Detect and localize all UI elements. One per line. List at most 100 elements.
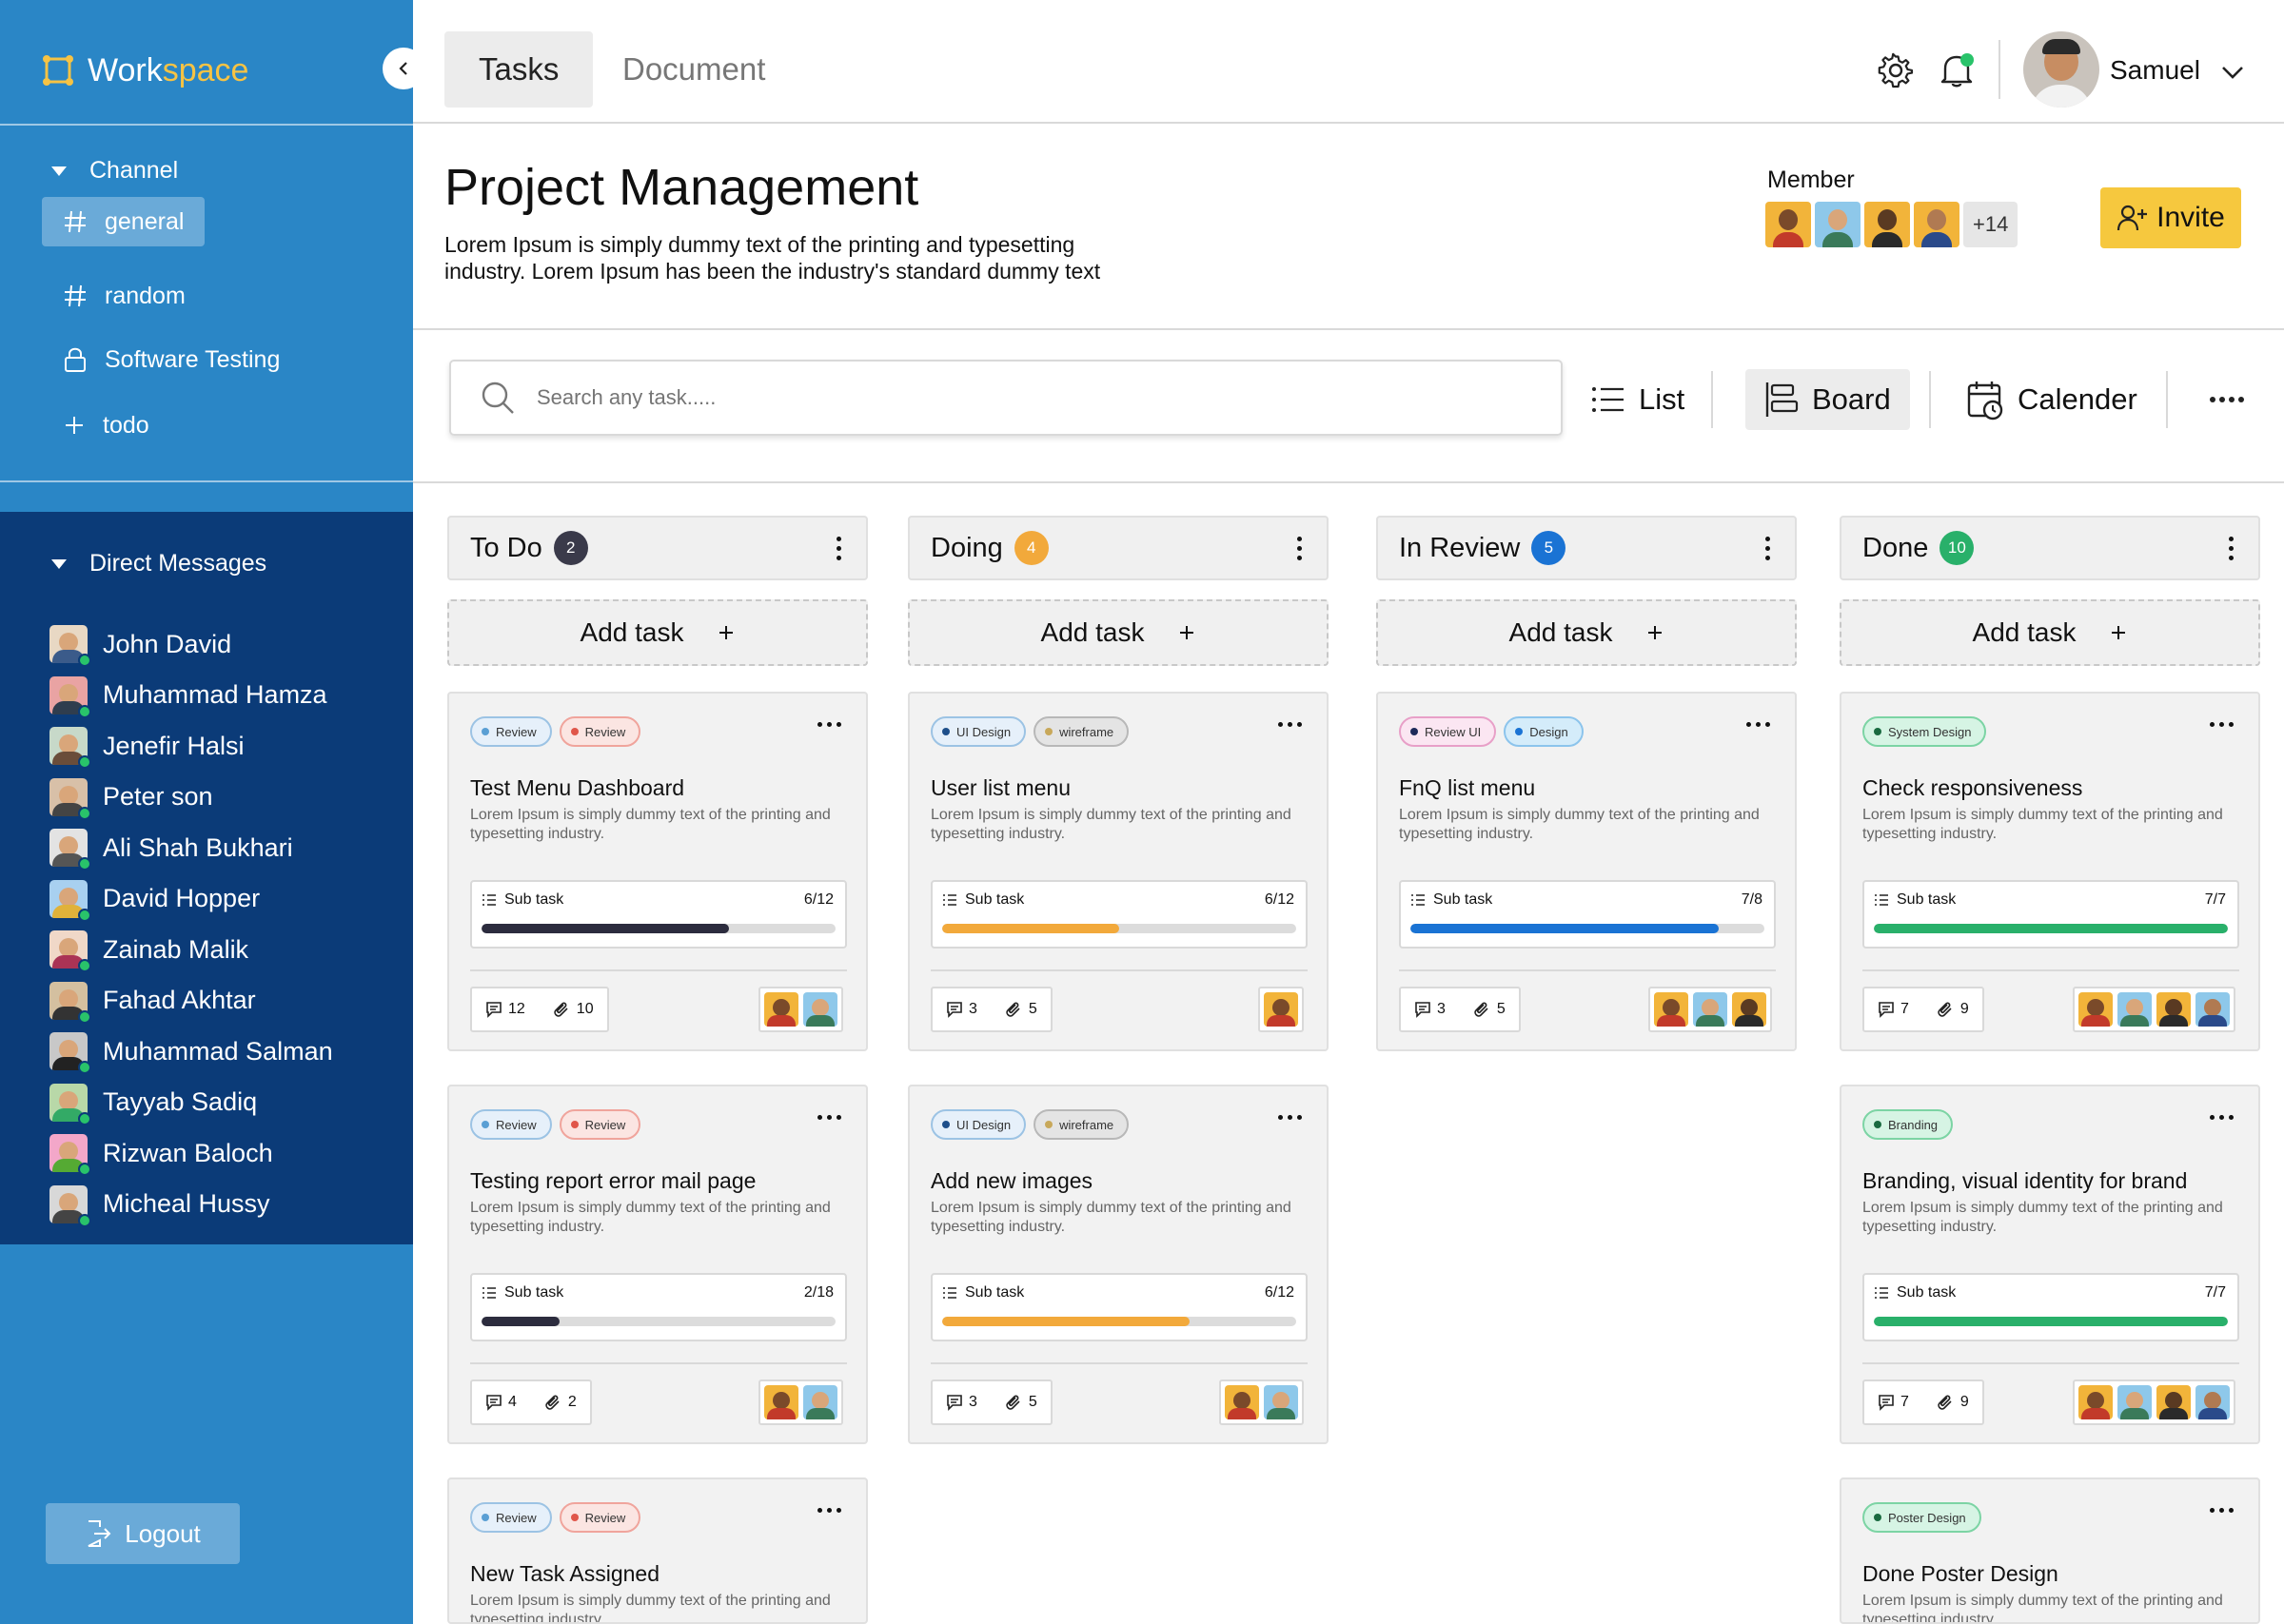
subtask-progress[interactable]: Sub task 7/7 <box>1862 1273 2239 1341</box>
card-menu-icon[interactable] <box>817 1508 841 1513</box>
card-menu-icon[interactable] <box>2210 1508 2234 1513</box>
card-menu-icon[interactable] <box>1278 1115 1302 1120</box>
collapse-sidebar-button[interactable] <box>383 48 424 89</box>
dm-user[interactable]: Fahad Akhtar <box>49 981 256 1024</box>
dm-user[interactable]: Zainab Malik <box>49 929 248 972</box>
task-tag[interactable]: Poster Design <box>1862 1502 1981 1533</box>
column-menu-icon[interactable] <box>2229 537 2234 560</box>
task-tag[interactable]: Branding <box>1862 1109 1954 1140</box>
task-tag[interactable]: Review <box>559 716 641 747</box>
sidebar-channel-random[interactable]: random <box>42 271 207 321</box>
task-card[interactable]: UI Design wireframe User list menu Lorem … <box>908 692 1329 1051</box>
dm-user[interactable]: Rizwan Baloch <box>49 1133 273 1176</box>
search-input[interactable] <box>537 385 1393 410</box>
task-card[interactable]: Poster Design Done Poster Design Lorem I… <box>1840 1477 2260 1624</box>
card-meta[interactable]: 7 9 <box>1862 987 1984 1032</box>
column-header[interactable]: Done 10 <box>1840 516 2260 580</box>
card-meta[interactable]: 3 5 <box>931 1379 1053 1425</box>
dm-user[interactable]: Muhammad Salman <box>49 1031 333 1074</box>
column-menu-icon[interactable] <box>1297 537 1302 560</box>
subtask-progress[interactable]: Sub task 7/7 <box>1862 880 2239 949</box>
card-menu-icon[interactable] <box>2210 722 2234 727</box>
card-meta[interactable]: 4 2 <box>470 1379 592 1425</box>
assignees[interactable] <box>758 987 843 1032</box>
notifications-button[interactable] <box>1936 49 1978 91</box>
assignees[interactable] <box>1648 987 1772 1032</box>
task-tag[interactable]: UI Design <box>931 1109 1027 1140</box>
dm-user[interactable]: Muhammad Hamza <box>49 675 327 718</box>
card-meta[interactable]: 3 5 <box>931 987 1053 1032</box>
task-tag[interactable]: Review UI <box>1399 716 1497 747</box>
tab-document[interactable]: Document <box>588 31 799 108</box>
assignees[interactable] <box>2073 987 2235 1032</box>
view-calendar-button[interactable]: Calender <box>1947 369 2156 430</box>
dm-user[interactable]: David Hopper <box>49 879 260 922</box>
task-tag[interactable]: wireframe <box>1034 1109 1130 1140</box>
assignees[interactable] <box>758 1379 843 1425</box>
task-tag[interactable]: Design <box>1504 716 1584 747</box>
view-board-button[interactable]: Board <box>1745 369 1910 430</box>
sidebar-channel-general[interactable]: general <box>42 197 206 246</box>
subtask-progress[interactable]: Sub task 6/12 <box>931 880 1308 949</box>
task-card[interactable]: Branding Branding, visual identity for b… <box>1840 1085 2260 1444</box>
add-task-button[interactable]: Add task <box>1376 599 1797 666</box>
task-card[interactable]: Review Review Testing report error mail p… <box>447 1085 868 1444</box>
add-task-button[interactable]: Add task <box>1840 599 2260 666</box>
sidebar-channel-todo[interactable]: todo <box>42 401 170 450</box>
assignees[interactable] <box>1258 987 1304 1032</box>
task-tag[interactable]: Review <box>559 1109 641 1140</box>
more-options-button[interactable] <box>2189 369 2265 430</box>
card-menu-icon[interactable] <box>1746 722 1770 727</box>
task-tag[interactable]: Review <box>470 716 552 747</box>
brand-logo[interactable]: Workspace <box>42 49 248 91</box>
task-tag[interactable]: System Design <box>1862 716 1987 747</box>
task-card[interactable]: System Design Check responsiveness Lorem… <box>1840 692 2260 1051</box>
sidebar-channel-software-testing[interactable]: Software Testing <box>42 335 301 384</box>
task-tag[interactable]: UI Design <box>931 716 1027 747</box>
channel-section-toggle[interactable]: Channel <box>49 157 178 185</box>
search-box[interactable] <box>449 360 1563 436</box>
column-header[interactable]: Doing 4 <box>908 516 1329 580</box>
assignees[interactable] <box>2073 1379 2235 1425</box>
assignees[interactable] <box>1219 1379 1304 1425</box>
column-header[interactable]: In Review 5 <box>1376 516 1797 580</box>
dm-user[interactable]: Tayyab Sadiq <box>49 1083 257 1125</box>
task-tag[interactable]: wireframe <box>1034 716 1130 747</box>
task-tag[interactable]: Review <box>559 1502 641 1533</box>
column-menu-icon[interactable] <box>837 537 841 560</box>
subtask-progress[interactable]: Sub task 6/12 <box>931 1273 1308 1341</box>
view-list-button[interactable]: List <box>1572 369 1703 430</box>
card-menu-icon[interactable] <box>817 722 841 727</box>
task-card[interactable]: Review UI Design FnQ list menu Lorem Ipsu… <box>1376 692 1797 1051</box>
dm-user[interactable]: John David <box>49 624 231 667</box>
invite-button[interactable]: Invite <box>2100 187 2241 248</box>
member-more-count[interactable]: +14 <box>1963 202 2018 247</box>
task-card[interactable]: UI Design wireframe Add new images Lorem … <box>908 1085 1329 1444</box>
settings-button[interactable] <box>1875 49 1917 91</box>
column-header[interactable]: To Do 2 <box>447 516 868 580</box>
card-menu-icon[interactable] <box>2210 1115 2234 1120</box>
add-task-button[interactable]: Add task <box>447 599 868 666</box>
user-menu[interactable]: Samuel <box>2110 55 2244 86</box>
dm-user[interactable]: Jenefir Halsi <box>49 726 245 769</box>
task-tag[interactable]: Review <box>470 1109 552 1140</box>
add-task-button[interactable]: Add task <box>908 599 1329 666</box>
user-avatar[interactable] <box>2023 31 2099 108</box>
dm-user[interactable]: Ali Shah Bukhari <box>49 828 293 871</box>
card-meta[interactable]: 7 9 <box>1862 1379 1984 1425</box>
card-menu-icon[interactable] <box>1278 722 1302 727</box>
member-avatars[interactable]: +14 <box>1765 202 2018 247</box>
task-card[interactable]: Review Review Test Menu Dashboard Lorem I… <box>447 692 868 1051</box>
dm-section-toggle[interactable]: Direct Messages <box>49 550 266 577</box>
tab-tasks[interactable]: Tasks <box>444 31 594 108</box>
subtask-progress[interactable]: Sub task 7/8 <box>1399 880 1776 949</box>
task-tag[interactable]: Review <box>470 1502 552 1533</box>
card-menu-icon[interactable] <box>817 1115 841 1120</box>
logout-button[interactable]: Logout <box>46 1503 240 1564</box>
task-card[interactable]: Review Review New Task Assigned Lorem Ips… <box>447 1477 868 1624</box>
card-meta[interactable]: 12 10 <box>470 987 609 1032</box>
dm-user[interactable]: Peter son <box>49 777 213 820</box>
dm-user[interactable]: Micheal Hussy <box>49 1184 270 1227</box>
column-menu-icon[interactable] <box>1765 537 1770 560</box>
card-meta[interactable]: 3 5 <box>1399 987 1521 1032</box>
